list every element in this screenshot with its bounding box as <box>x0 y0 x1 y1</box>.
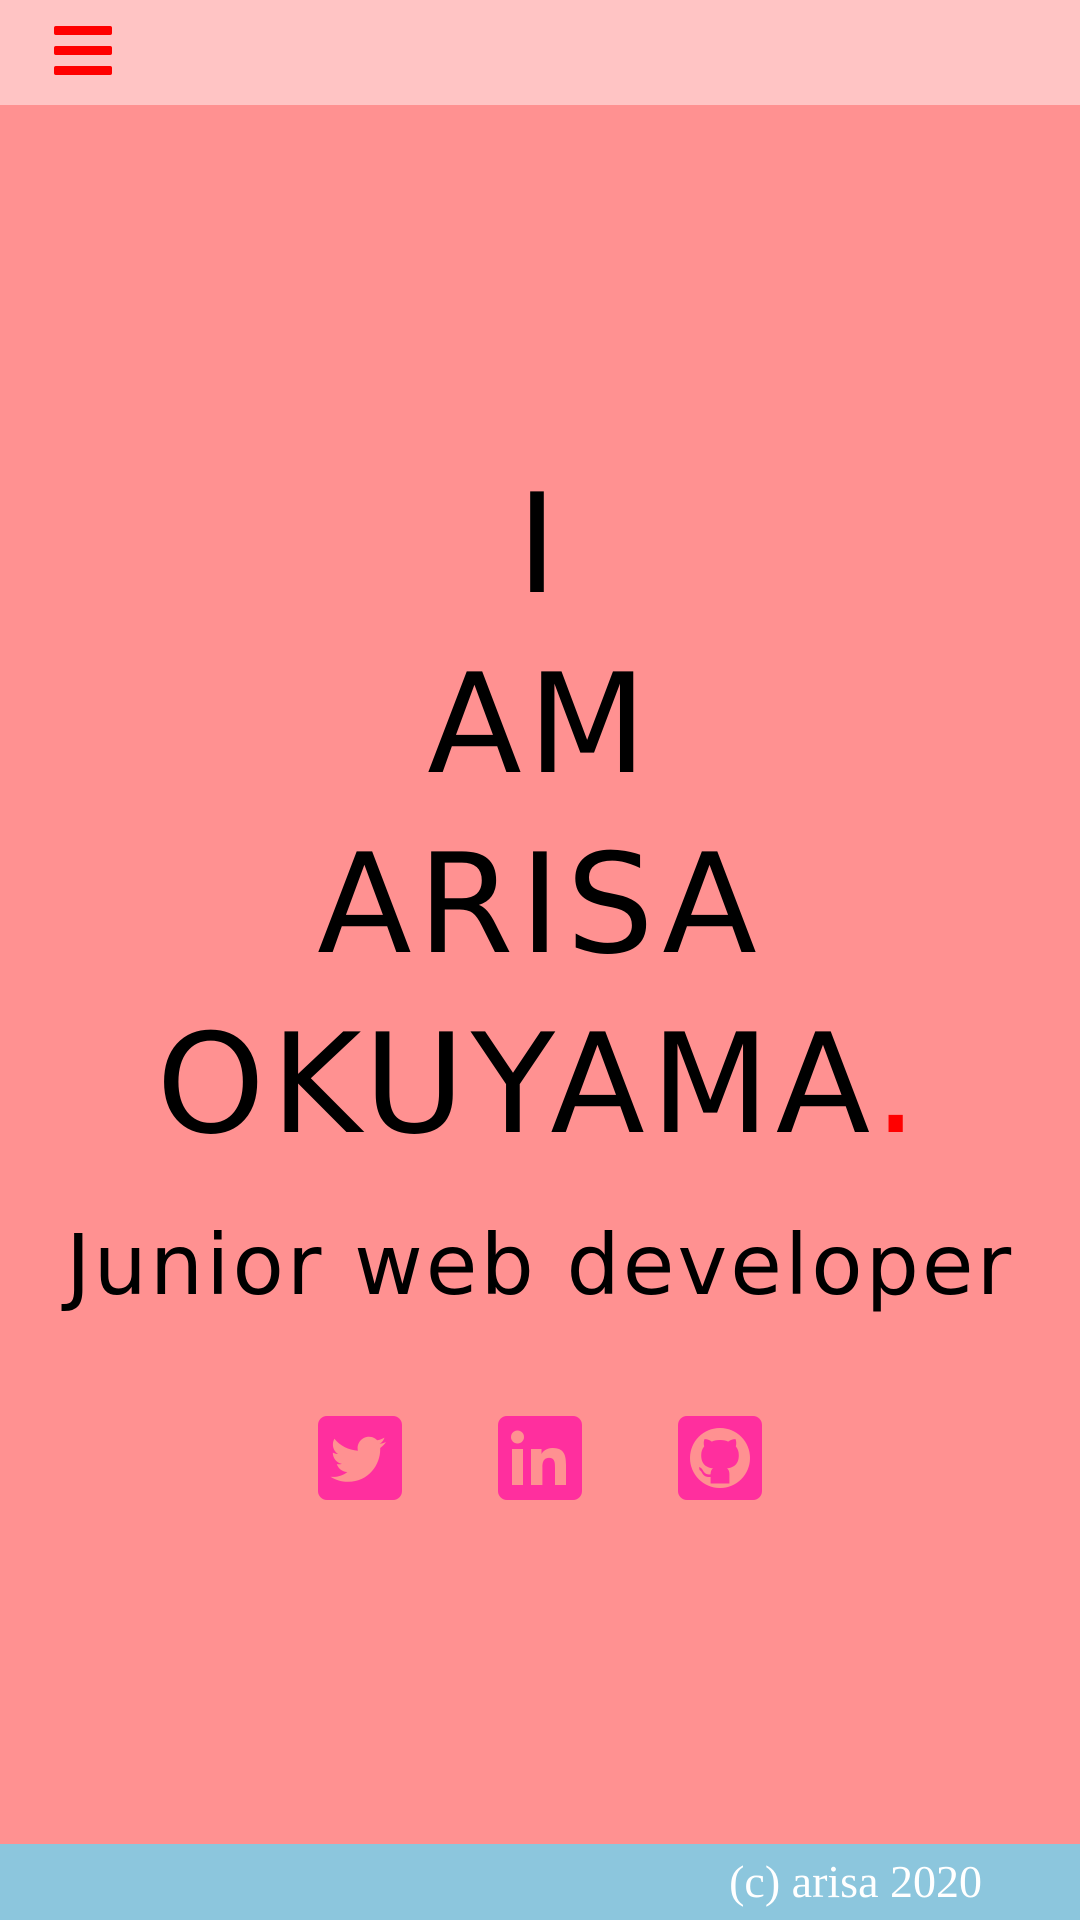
github-icon <box>690 1428 750 1488</box>
hero-line-2: AM <box>427 644 653 805</box>
top-bar <box>0 0 1080 105</box>
hamburger-menu-icon-line <box>54 26 112 35</box>
twitter-link[interactable] <box>318 1416 402 1500</box>
footer: (c) arisa 2020 <box>0 1844 1080 1920</box>
twitter-icon <box>330 1436 386 1482</box>
subtitle: Junior web developer <box>65 1216 1015 1314</box>
hamburger-menu-icon-line <box>54 46 112 55</box>
github-link[interactable] <box>678 1416 762 1500</box>
hamburger-menu-icon-line <box>54 66 112 75</box>
hamburger-menu-button[interactable] <box>54 24 112 76</box>
accent-dot: . <box>873 1004 924 1165</box>
hero-heading: I AM ARISA OKUYAMA. <box>0 455 1080 1175</box>
hero-line-4: OKUYAMA. <box>0 995 1080 1175</box>
linkedin-icon <box>511 1430 566 1485</box>
linkedin-link[interactable] <box>498 1416 582 1500</box>
hero-name-lastname: OKUYAMA <box>156 1004 874 1165</box>
copyright-text: (c) arisa 2020 <box>729 1856 982 1907</box>
hero-line-1: I <box>516 464 564 625</box>
hero-line-3: ARISA <box>317 824 763 985</box>
